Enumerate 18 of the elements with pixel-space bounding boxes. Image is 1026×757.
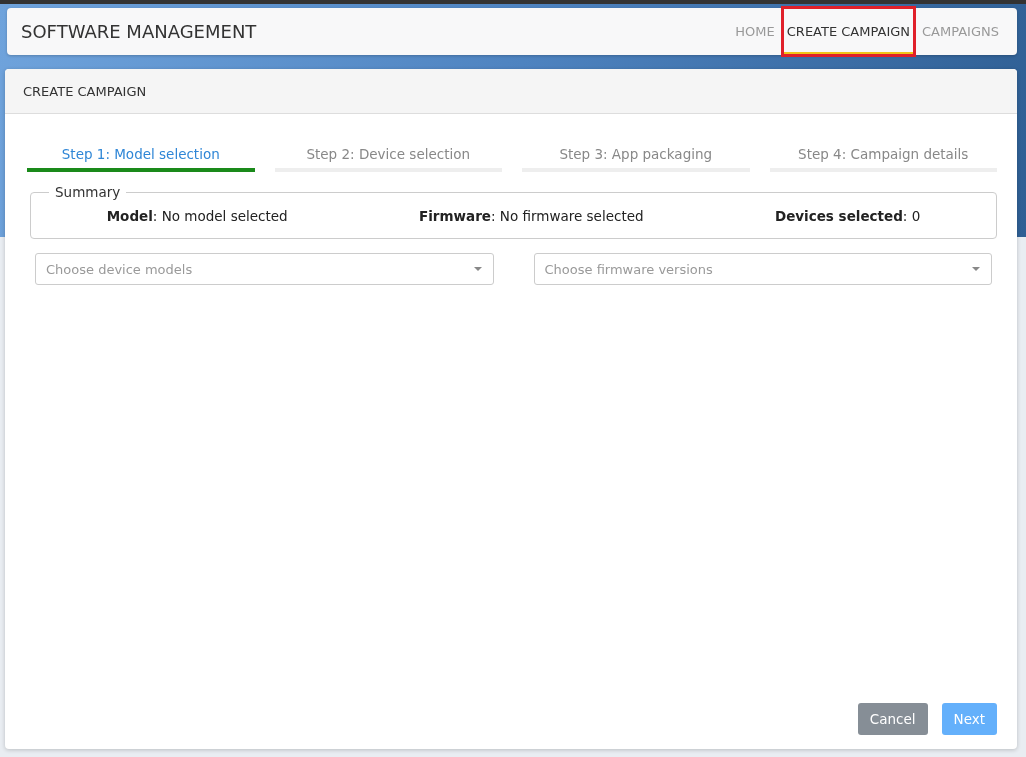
step-tab[interactable]: Step 3: App packaging: [522, 146, 750, 172]
select-field[interactable]: Choose device models: [35, 253, 494, 285]
step-tab[interactable]: Step 1: Model selection: [27, 146, 255, 172]
app-title: SOFTWARE MANAGEMENT: [21, 21, 258, 42]
summary-legend: Summary: [49, 184, 127, 200]
nav-link[interactable]: HOME: [731, 8, 779, 55]
caret-icon: [972, 267, 980, 271]
nav-link[interactable]: CAMPAIGNS: [918, 8, 1003, 55]
summary-item: Devices selected: 0: [774, 208, 921, 224]
step-tab[interactable]: Step 4: Campaign details: [769, 146, 997, 172]
summary-item: Firmware: No firmware selected: [419, 208, 644, 224]
select-field[interactable]: Choose firmware versions: [533, 253, 992, 285]
step-tab[interactable]: Step 2: Device selection: [274, 146, 502, 172]
cancel-button[interactable]: Cancel: [857, 703, 928, 735]
card-title: CREATE CAMPAIGN: [5, 69, 1017, 114]
caret-icon: [473, 267, 482, 271]
summary-item: Model: No model selected: [106, 208, 288, 224]
nav-link[interactable]: CREATE CAMPAIGN: [782, 8, 914, 55]
